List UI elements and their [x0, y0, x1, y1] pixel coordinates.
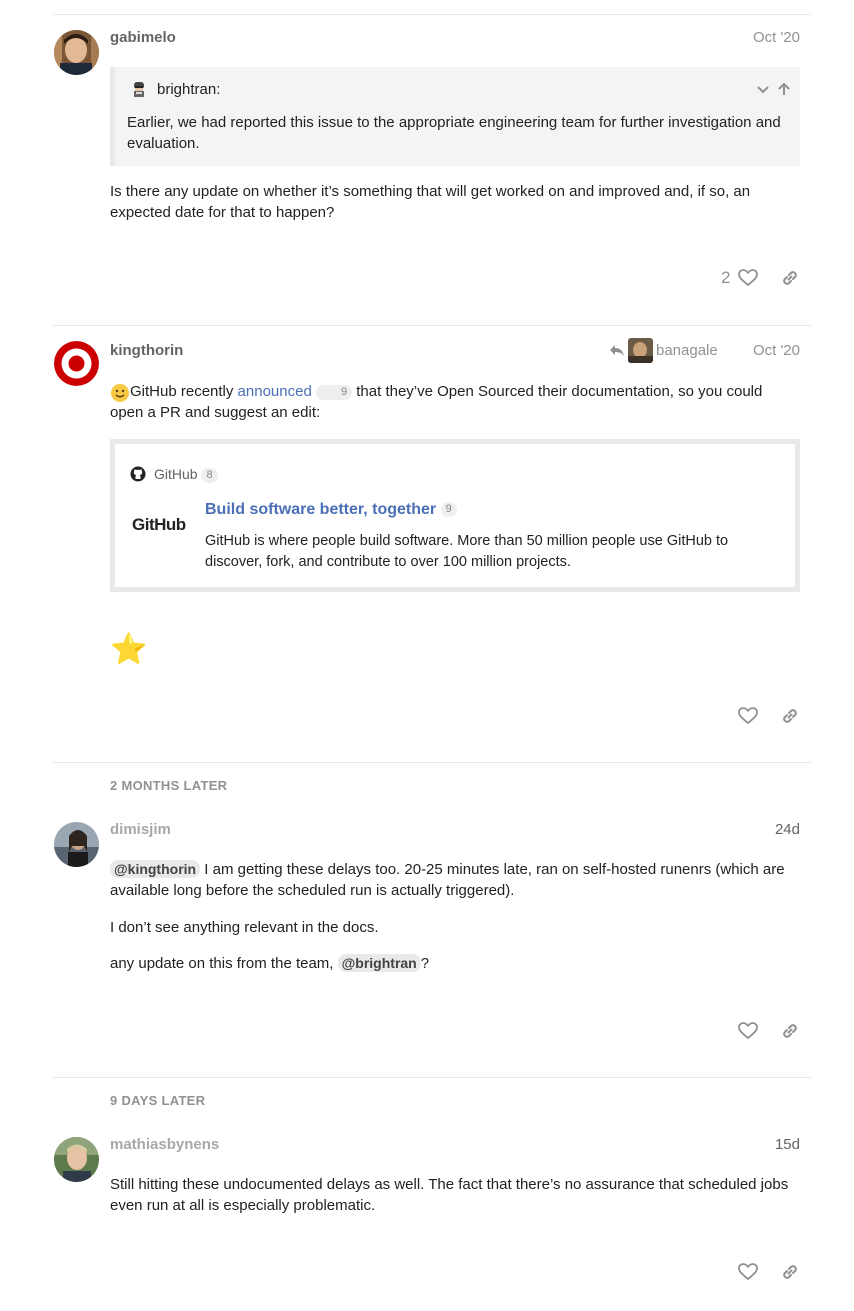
- quote-text: Earlier, we had reported this issue to t…: [127, 114, 781, 152]
- heart-icon[interactable]: [737, 1261, 759, 1283]
- reply-to-avatar[interactable]: [628, 338, 653, 363]
- avatar[interactable]: [54, 30, 99, 75]
- heart-icon[interactable]: [737, 1020, 759, 1042]
- github-icon: [130, 466, 146, 486]
- post-username[interactable]: dimisjim: [110, 820, 171, 840]
- divider: [53, 1077, 811, 1078]
- post-body: Still hitting these undocumented delays …: [110, 1176, 789, 1214]
- divider: [53, 14, 811, 15]
- mention-link[interactable]: @brightran: [337, 954, 421, 972]
- link-icon[interactable]: [779, 705, 801, 727]
- heart-icon[interactable]: [737, 705, 759, 727]
- link-icon[interactable]: [779, 1261, 801, 1283]
- click-count-badge: 9: [440, 502, 457, 518]
- post-body-text: I am getting these delays too. 20-25 min…: [110, 861, 785, 899]
- post-date[interactable]: 24d: [775, 820, 800, 840]
- reply-to-username[interactable]: banagale: [656, 341, 718, 361]
- github-logo: GitHub: [132, 515, 186, 534]
- avatar[interactable]: [54, 341, 99, 386]
- post-paragraph: any update on this from the team, @brigh…: [110, 953, 790, 974]
- click-count-badge: 9: [315, 384, 353, 400]
- heart-icon[interactable]: [737, 267, 759, 289]
- post-date[interactable]: Oct '20: [753, 28, 800, 48]
- post-body: Is there any update on whether it’s some…: [110, 183, 751, 221]
- onebox-card: GitHub 8 GitHub Build software better, t…: [110, 439, 800, 592]
- onebox-source[interactable]: GitHub 8: [154, 465, 218, 483]
- reply-arrow-icon[interactable]: [609, 342, 625, 362]
- post-username[interactable]: kingthorin: [110, 341, 183, 361]
- post-username[interactable]: mathiasbynens: [110, 1135, 219, 1155]
- divider: [53, 325, 811, 326]
- post-body-text: ?: [420, 955, 430, 972]
- quote-avatar-icon: [130, 80, 148, 98]
- post-date[interactable]: 15d: [775, 1135, 800, 1155]
- mention-link[interactable]: @kingthorin: [110, 860, 201, 878]
- post-paragraph: @kingthorin I am getting these delays to…: [110, 859, 790, 901]
- arrow-up-icon[interactable]: [776, 81, 792, 101]
- star-emoji: ⭐: [110, 633, 148, 666]
- time-gap-label: 9 DAYS LATER: [110, 1093, 206, 1108]
- link-icon[interactable]: [779, 267, 801, 289]
- post-paragraph: I don’t see anything relevant in the doc…: [110, 919, 379, 936]
- announced-link[interactable]: announced: [238, 383, 312, 400]
- divider: [53, 762, 811, 763]
- post-date[interactable]: Oct '20: [753, 341, 800, 361]
- post-body-text: any update on this from the team,: [110, 955, 338, 972]
- quote-author: brightran:: [157, 81, 221, 98]
- avatar[interactable]: [54, 822, 99, 867]
- onebox-title[interactable]: Build software better, together 9: [205, 499, 457, 521]
- quote-block: brightran: Earlier, we had reported this…: [110, 67, 800, 166]
- avatar[interactable]: [54, 1137, 99, 1182]
- onebox-title-text[interactable]: Build software better, together: [205, 501, 436, 518]
- post-username[interactable]: gabimelo: [110, 28, 176, 48]
- link-icon[interactable]: [779, 1020, 801, 1042]
- time-gap-label: 2 MONTHS LATER: [110, 778, 228, 793]
- like-count[interactable]: 2: [721, 267, 730, 289]
- post-body: GitHub recently announced 9 that they’ve…: [110, 381, 790, 423]
- onebox-source-name[interactable]: GitHub: [154, 466, 198, 482]
- onebox-description: GitHub is where people build software. M…: [205, 533, 729, 570]
- post-body-text: GitHub recently: [130, 383, 238, 400]
- click-count-badge: 8: [201, 467, 218, 483]
- chevron-down-icon[interactable]: [755, 81, 771, 101]
